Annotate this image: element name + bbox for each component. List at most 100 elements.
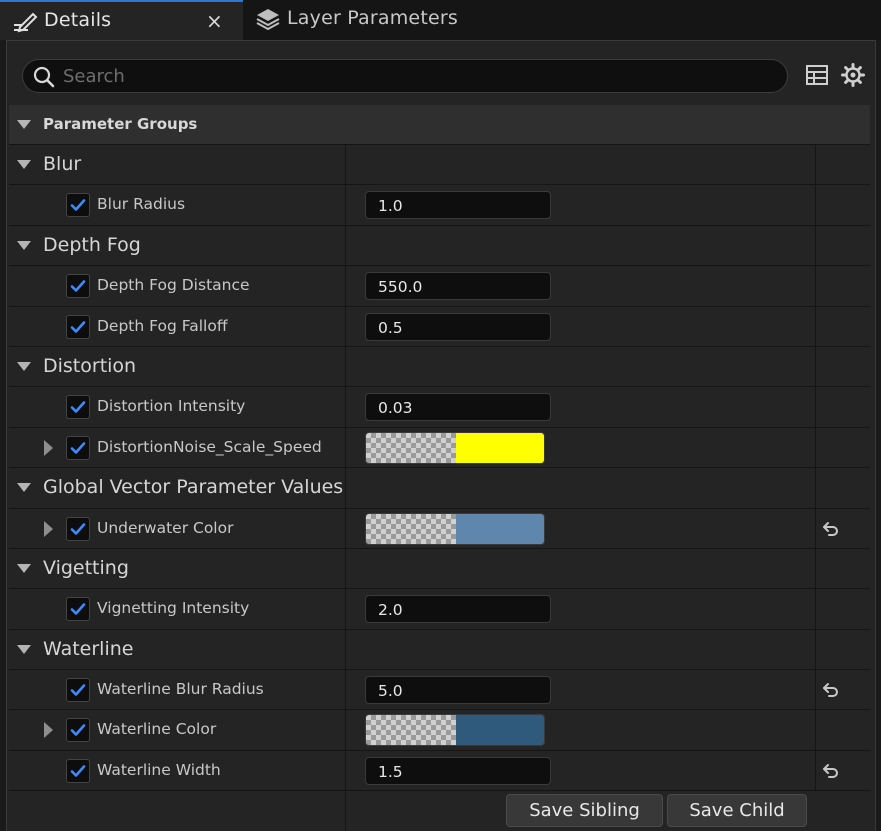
param-value-field[interactable]: 2.0 xyxy=(365,595,551,624)
param-checkbox[interactable] xyxy=(66,516,90,541)
param-row: Waterline Blur Radius 5.0 xyxy=(9,670,870,711)
checkmark-icon xyxy=(70,765,86,777)
param-label: Vignetting Intensity xyxy=(97,599,250,618)
param-row: Distortion Intensity 0.03 xyxy=(9,387,870,428)
color-solid xyxy=(456,715,544,746)
column-separator xyxy=(345,145,346,185)
checkmark-icon xyxy=(70,684,86,696)
checkmark-icon xyxy=(70,603,86,616)
param-checkbox[interactable] xyxy=(66,758,90,783)
column-separator xyxy=(815,750,816,791)
close-icon[interactable]: × xyxy=(206,9,223,33)
column-separator xyxy=(815,306,816,346)
param-checkbox[interactable] xyxy=(66,718,90,743)
category-row[interactable]: Global Vector Parameter Values xyxy=(9,468,870,509)
footer-row: Save Sibling Save Child xyxy=(9,791,870,831)
param-checkbox[interactable] xyxy=(66,435,90,460)
parameter-groups-label: Parameter Groups xyxy=(43,115,198,133)
param-row: Blur Radius 1.0 xyxy=(9,185,870,226)
chevron-down-icon[interactable] xyxy=(17,563,31,573)
color-swatch[interactable] xyxy=(365,714,545,747)
column-separator xyxy=(815,508,816,548)
category-row[interactable]: Blur xyxy=(9,145,870,186)
column-separator xyxy=(815,548,816,589)
param-checkbox[interactable] xyxy=(66,193,90,218)
parameter-groups-header[interactable]: Parameter Groups xyxy=(9,105,870,145)
checkmark-icon xyxy=(70,441,86,454)
chevron-down-icon[interactable] xyxy=(17,120,31,129)
param-row: Depth Fog Falloff 0.5 xyxy=(9,306,870,347)
param-label: Depth Fog Distance xyxy=(97,276,250,295)
chevron-right-icon[interactable] xyxy=(44,520,53,537)
column-separator xyxy=(345,629,346,670)
chevron-right-icon[interactable] xyxy=(44,439,53,456)
category-row[interactable]: Vigetting xyxy=(9,548,870,590)
tab-details[interactable]: Details × xyxy=(0,0,243,40)
layers-icon xyxy=(256,9,280,31)
param-label: DistortionNoise_Scale_Speed xyxy=(97,437,322,456)
param-value-field[interactable]: 1.5 xyxy=(365,756,551,785)
color-swatch[interactable] xyxy=(365,431,545,464)
save-sibling-button[interactable]: Save Sibling xyxy=(506,794,663,828)
category-row[interactable]: Waterline xyxy=(9,629,870,671)
param-checkbox[interactable] xyxy=(66,314,90,339)
checkmark-icon xyxy=(70,724,86,737)
save-child-button[interactable]: Save Child xyxy=(667,794,807,828)
column-separator xyxy=(345,427,346,468)
param-checkbox[interactable] xyxy=(66,597,90,622)
details-panel: Parameter Groups Blur Blur Radius 1.0 Depth… xyxy=(6,40,876,831)
category-row[interactable]: Depth Fog xyxy=(9,225,870,267)
column-separator xyxy=(345,750,346,791)
reset-to-default-icon[interactable] xyxy=(821,761,841,781)
category-label: Blur xyxy=(43,153,82,175)
checkmark-icon xyxy=(70,199,86,212)
param-row: Underwater Color xyxy=(9,508,870,549)
alpha-checker xyxy=(366,432,456,463)
chevron-down-icon[interactable] xyxy=(17,483,31,493)
param-label: Distortion Intensity xyxy=(97,397,246,416)
color-solid xyxy=(456,513,544,544)
checkmark-icon xyxy=(70,401,86,414)
column-separator xyxy=(345,670,346,710)
tab-layer-parameters[interactable]: Layer Parameters xyxy=(243,0,473,40)
color-swatch[interactable] xyxy=(365,512,545,545)
chevron-down-icon[interactable] xyxy=(17,644,31,654)
param-checkbox[interactable] xyxy=(66,678,90,703)
param-row: Vignetting Intensity 2.0 xyxy=(9,589,870,630)
param-checkbox[interactable] xyxy=(66,274,90,299)
param-row: DistortionNoise_Scale_Speed xyxy=(9,427,870,469)
gear-icon[interactable] xyxy=(840,62,866,88)
chevron-down-icon[interactable] xyxy=(17,361,31,371)
reset-to-default-icon[interactable] xyxy=(821,519,841,539)
param-value-field[interactable]: 1.0 xyxy=(365,191,551,220)
table-view-icon[interactable] xyxy=(805,63,829,87)
category-label: Global Vector Parameter Values xyxy=(43,476,344,499)
chevron-down-icon[interactable] xyxy=(17,240,31,250)
property-grid: Parameter Groups Blur Blur Radius 1.0 Depth… xyxy=(9,105,870,831)
chevron-right-icon[interactable] xyxy=(44,722,53,739)
alpha-checker xyxy=(366,715,456,746)
column-separator xyxy=(345,185,346,225)
chevron-down-icon[interactable] xyxy=(17,160,31,169)
param-row: Depth Fog Distance 550.0 xyxy=(9,266,870,307)
column-separator xyxy=(815,468,816,508)
alpha-checker xyxy=(366,513,456,544)
column-separator xyxy=(345,346,346,387)
param-value-field[interactable]: 5.0 xyxy=(365,676,551,705)
column-separator xyxy=(815,185,816,225)
column-separator xyxy=(815,629,816,670)
search-icon xyxy=(33,66,55,88)
tab-details-label: Details xyxy=(44,9,112,31)
param-checkbox[interactable] xyxy=(66,395,90,420)
reset-to-default-icon[interactable] xyxy=(821,680,841,700)
param-value-field[interactable]: 0.03 xyxy=(365,393,551,422)
category-label: Vigetting xyxy=(43,556,129,579)
param-value-field[interactable]: 550.0 xyxy=(365,272,551,301)
checkmark-icon xyxy=(70,280,86,292)
search-input[interactable] xyxy=(63,62,773,90)
column-separator xyxy=(345,468,346,508)
param-value-field[interactable]: 0.5 xyxy=(365,312,551,341)
column-separator xyxy=(345,791,346,831)
column-separator xyxy=(345,266,346,306)
category-row[interactable]: Distortion xyxy=(9,346,870,388)
